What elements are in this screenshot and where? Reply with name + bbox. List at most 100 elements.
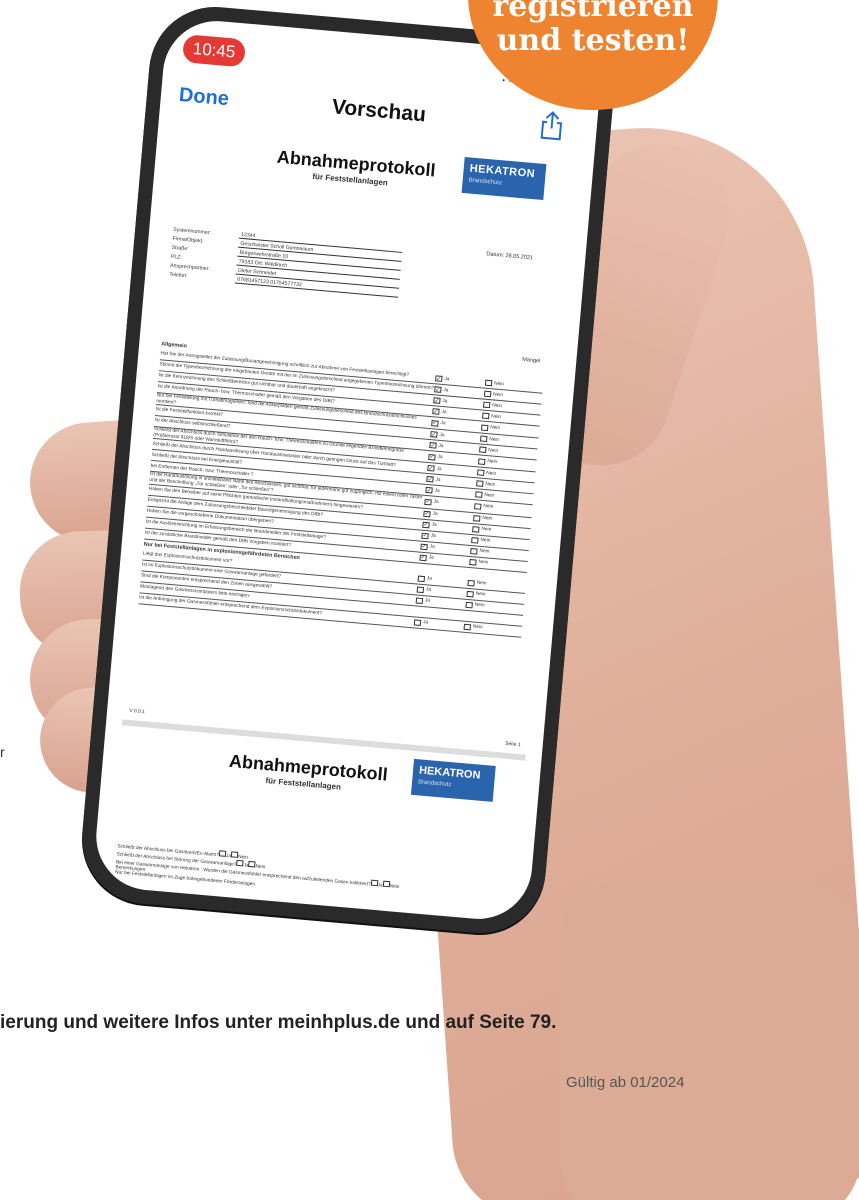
checkbox-ja[interactable]: ✓ bbox=[429, 442, 437, 449]
stray-text: r bbox=[0, 744, 5, 760]
choice-label: Ja bbox=[440, 421, 446, 427]
document-preview[interactable]: Abnahmeprotokoll für Feststellanlagen HE… bbox=[109, 127, 578, 903]
choice-label: Nein bbox=[481, 526, 492, 533]
checkbox-nein[interactable] bbox=[467, 579, 475, 587]
choice-label: Ja bbox=[442, 398, 448, 404]
choice-label: Nein bbox=[479, 548, 490, 555]
share-icon[interactable] bbox=[538, 109, 567, 141]
checkbox-ja[interactable]: ✓ bbox=[430, 431, 438, 438]
checkbox-ja[interactable]: ✓ bbox=[419, 554, 427, 561]
checkbox-ja[interactable] bbox=[415, 597, 424, 604]
checkbox-nein[interactable] bbox=[473, 514, 481, 522]
choice-ja[interactable]: ✓ Ja bbox=[428, 453, 478, 464]
choice-ja[interactable]: ✓ Ja bbox=[431, 419, 481, 430]
choice-label: Nein bbox=[486, 470, 497, 477]
checkbox-nein[interactable] bbox=[479, 435, 488, 443]
choice-label: Nein bbox=[478, 559, 489, 566]
checkbox-nein[interactable] bbox=[483, 390, 492, 398]
checkbox-ja[interactable] bbox=[416, 586, 425, 593]
checkbox-ja[interactable]: ✓ bbox=[421, 532, 429, 539]
checkbox-nein[interactable] bbox=[475, 491, 483, 499]
choice-nein[interactable]: Nein bbox=[474, 503, 524, 513]
choice-label: Nein bbox=[492, 391, 504, 398]
choice-label: Ja bbox=[439, 432, 445, 438]
checkbox-ja[interactable]: ✓ bbox=[435, 375, 443, 382]
checkbox-ja[interactable]: ✓ bbox=[427, 465, 435, 472]
mangel-label: Mangel bbox=[522, 356, 541, 365]
choice-label: Ja bbox=[426, 576, 433, 582]
choice-label: Nein bbox=[482, 516, 493, 522]
checkbox-nein[interactable] bbox=[472, 525, 480, 533]
choice-label: Ja bbox=[425, 587, 432, 593]
choice-label: Nein bbox=[474, 602, 485, 609]
checkbox-nein[interactable] bbox=[484, 379, 493, 387]
choice-label: Nein bbox=[493, 380, 505, 387]
choice-label: Nein bbox=[389, 884, 400, 891]
checkbox-ja[interactable]: ✓ bbox=[425, 487, 433, 494]
choice-label: Ja bbox=[435, 477, 441, 484]
checkbox-nein[interactable] bbox=[481, 412, 490, 420]
checkbox-nein[interactable] bbox=[471, 536, 479, 544]
choice-ja[interactable]: Ja bbox=[370, 879, 383, 889]
choice-ja[interactable]: ✓ Ja bbox=[424, 498, 474, 509]
choice-label: Ja bbox=[436, 466, 442, 473]
badge-line2: und testen! bbox=[496, 23, 690, 58]
checkbox-ja[interactable]: ✓ bbox=[420, 543, 428, 550]
checkbox-ja[interactable]: ✓ bbox=[422, 521, 430, 528]
checkbox-nein[interactable] bbox=[480, 424, 489, 431]
badge-line1: registrieren bbox=[492, 0, 694, 24]
promo-text: ierung und weitere Infos unter meinhplus… bbox=[0, 1012, 557, 1033]
logo-brand: HEKATRON bbox=[418, 764, 481, 782]
checkbox-nein[interactable] bbox=[482, 401, 491, 409]
checkbox-ja[interactable] bbox=[417, 575, 426, 582]
checkbox-ja[interactable]: ✓ bbox=[434, 386, 442, 393]
checkbox-nein[interactable] bbox=[465, 601, 473, 608]
hekatron-logo: HEKATRON Brandschutz bbox=[461, 157, 547, 201]
checkbox-ja[interactable]: ✓ bbox=[432, 408, 440, 415]
checkbox-ja[interactable] bbox=[413, 618, 422, 626]
choice-label: Ja bbox=[431, 522, 437, 529]
choice-label: Nein bbox=[476, 580, 487, 587]
question-list: Allgemein Hat Sie der Antragsteller der Z… bbox=[138, 339, 545, 638]
choice-label: Ja bbox=[444, 376, 450, 383]
checkbox-nein[interactable] bbox=[476, 480, 484, 488]
choice-ja[interactable]: Ja bbox=[413, 618, 464, 629]
datum: Datum: 28.05.2021 bbox=[486, 251, 534, 262]
choice-label: Ja bbox=[441, 409, 447, 415]
checkbox-nein[interactable] bbox=[470, 547, 478, 555]
choice-nein[interactable]: Nein bbox=[463, 623, 514, 633]
choice-label: Nein bbox=[475, 591, 486, 598]
checkbox-nein[interactable] bbox=[466, 590, 474, 598]
choice-nein[interactable]: Nein bbox=[478, 458, 528, 468]
checkbox-ja[interactable]: ✓ bbox=[431, 419, 439, 427]
wrist bbox=[560, 880, 859, 1200]
choice-label: Ja bbox=[437, 455, 443, 461]
valid-date: Gültig ab 01/2024 bbox=[566, 1074, 685, 1091]
choice-label: Nein bbox=[491, 413, 502, 420]
choice-label: Nein bbox=[480, 537, 491, 544]
checkbox-ja[interactable]: ✓ bbox=[426, 476, 434, 483]
status-time: 10:45 bbox=[181, 34, 247, 68]
choice-label: Nein bbox=[491, 402, 503, 409]
choice-label: Ja bbox=[422, 620, 429, 626]
checkbox-nein[interactable] bbox=[474, 503, 482, 510]
checkbox-ja[interactable]: ✓ bbox=[433, 397, 441, 404]
checkbox-nein[interactable] bbox=[478, 458, 486, 465]
checkbox-nein[interactable] bbox=[469, 558, 477, 566]
choice-label: Nein bbox=[487, 459, 498, 466]
choice-label: Ja bbox=[428, 555, 434, 561]
done-button[interactable]: Done bbox=[178, 84, 230, 111]
checkbox-nein[interactable] bbox=[463, 623, 472, 630]
checkbox-ja[interactable]: ✓ bbox=[423, 510, 431, 517]
choice-label: Ja bbox=[424, 598, 431, 604]
choice-nein[interactable]: Nein bbox=[480, 424, 531, 434]
checkbox-nein[interactable] bbox=[476, 469, 485, 477]
choice-label: Ja bbox=[433, 500, 439, 506]
checkbox-ja[interactable]: ✓ bbox=[428, 453, 436, 461]
question-list-2: Schließt der Abschluss bei Gasalarm/Ex-A… bbox=[115, 841, 501, 908]
choice-label: Ja bbox=[443, 387, 449, 393]
choice-label: Ja bbox=[429, 544, 435, 550]
checkbox-nein[interactable] bbox=[479, 446, 487, 454]
page-number: Seite 1 bbox=[504, 740, 521, 749]
checkbox-ja[interactable]: ✓ bbox=[424, 498, 432, 506]
